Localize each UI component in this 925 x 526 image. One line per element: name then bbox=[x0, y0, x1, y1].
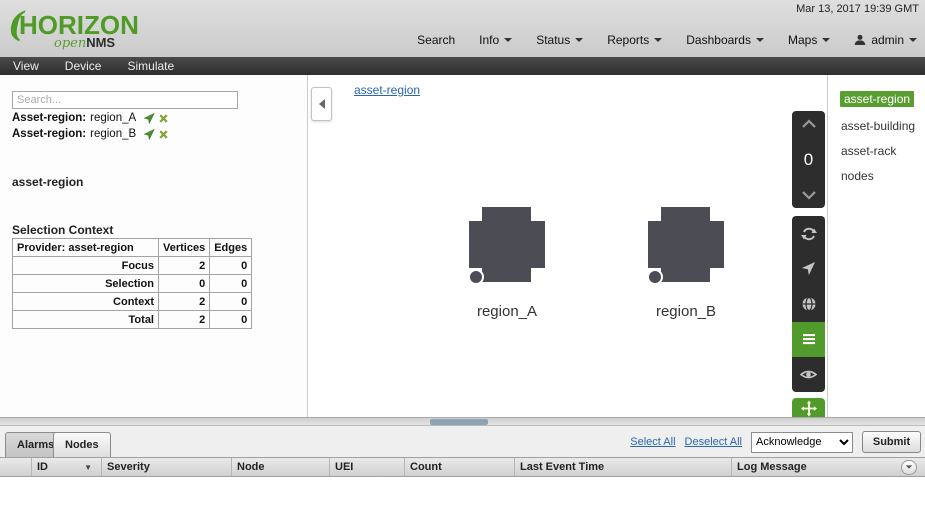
nav-reports[interactable]: Reports bbox=[607, 33, 662, 47]
chevron-down-icon[interactable] bbox=[801, 190, 817, 200]
vertex-region-b[interactable]: region_B bbox=[631, 206, 741, 320]
topology-canvas[interactable]: asset-region region_A region_B bbox=[309, 75, 827, 417]
breadcrumb[interactable]: asset-region bbox=[354, 83, 420, 97]
location-arrow-icon bbox=[801, 261, 816, 276]
column-count[interactable]: Count bbox=[405, 458, 515, 476]
move-arrows-icon bbox=[801, 400, 817, 417]
col-edges: Edges bbox=[210, 239, 252, 257]
show-entire-map-button[interactable] bbox=[792, 286, 825, 321]
browser-tabs: Alarms Nodes Select All Deselect All Ack… bbox=[0, 426, 925, 457]
highlight-focus-button[interactable] bbox=[792, 357, 825, 392]
deselect-all-link[interactable]: Deselect All bbox=[685, 436, 742, 448]
menu-simulate[interactable]: Simulate bbox=[114, 59, 187, 73]
chevron-up-icon[interactable] bbox=[801, 119, 817, 129]
table-header-row: Provider: asset-region Vertices Edges bbox=[13, 239, 252, 257]
vertex-region-a[interactable]: region_A bbox=[452, 206, 562, 320]
search-input[interactable] bbox=[12, 91, 238, 109]
topology-menubar: View Device Simulate bbox=[0, 57, 925, 75]
app-header: ( HORIZON openNMS Mar 13, 2017 19:39 GMT… bbox=[0, 0, 925, 57]
table-row: Context 2 0 bbox=[13, 293, 252, 311]
selection-context-title: Selection Context bbox=[12, 223, 113, 237]
submit-button[interactable]: Submit bbox=[862, 431, 921, 453]
tab-nodes[interactable]: Nodes bbox=[53, 432, 111, 457]
pan-mode-button[interactable] bbox=[792, 398, 825, 417]
nav-dashboards[interactable]: Dashboards bbox=[686, 33, 764, 47]
alarm-actions: Select All Deselect All Acknowledge Subm… bbox=[630, 430, 921, 454]
region-icon bbox=[647, 206, 725, 286]
column-log-message[interactable]: Log Message bbox=[732, 458, 925, 476]
layer-menu-button[interactable] bbox=[792, 322, 825, 357]
chevron-left-icon bbox=[318, 98, 326, 110]
globe-icon bbox=[801, 296, 817, 312]
alarm-action-select[interactable]: Acknowledge bbox=[751, 432, 853, 453]
region-icon bbox=[468, 206, 546, 286]
horizontal-scrollbar[interactable] bbox=[0, 417, 925, 426]
nav-maps[interactable]: Maps bbox=[788, 33, 830, 47]
table-row: Focus 2 0 bbox=[13, 257, 252, 275]
vertex-label: region_B bbox=[631, 303, 741, 320]
user-icon bbox=[854, 34, 866, 46]
topology-toolbar bbox=[792, 216, 825, 392]
caret-down-icon bbox=[909, 38, 917, 42]
current-datetime: Mar 13, 2017 19:39 GMT bbox=[796, 3, 919, 15]
selection-context-table: Provider: asset-region Vertices Edges Fo… bbox=[12, 238, 252, 329]
nav-info[interactable]: Info bbox=[479, 33, 512, 47]
menu-view[interactable]: View bbox=[0, 59, 52, 73]
caret-down-icon bbox=[906, 465, 912, 468]
refresh-icon bbox=[801, 226, 817, 242]
column-node[interactable]: Node bbox=[232, 458, 330, 476]
caret-down-icon bbox=[756, 38, 764, 42]
focus-sidebar: Asset-region: region_A Asset-region: reg… bbox=[0, 75, 308, 417]
nav-status[interactable]: Status bbox=[536, 33, 583, 47]
table-row: Selection 0 0 bbox=[13, 275, 252, 293]
semantic-zoom-control: 0 bbox=[792, 111, 825, 208]
collapse-sidebar-button[interactable] bbox=[311, 87, 332, 121]
layer-item-nodes[interactable]: nodes bbox=[841, 169, 874, 183]
column-chooser-button[interactable] bbox=[901, 460, 917, 475]
sort-desc-icon: ▼ bbox=[84, 463, 92, 472]
logo-subtitle: openNMS bbox=[54, 35, 115, 51]
focus-item-region-b: Asset-region: region_B bbox=[12, 128, 168, 140]
layer-panel: asset-region asset-building asset-rack n… bbox=[827, 75, 925, 417]
remove-focus-icon[interactable] bbox=[159, 114, 168, 123]
nav-search[interactable]: Search bbox=[417, 33, 455, 47]
provider-label: asset-region bbox=[12, 175, 83, 189]
refresh-button[interactable] bbox=[792, 216, 825, 251]
layer-item-asset-rack[interactable]: asset-rack bbox=[841, 144, 896, 158]
nav-admin[interactable]: admin bbox=[854, 33, 917, 47]
caret-down-icon bbox=[822, 38, 830, 42]
vertex-label: region_A bbox=[452, 303, 562, 320]
column-severity[interactable]: Severity bbox=[102, 458, 232, 476]
szl-value: 0 bbox=[804, 150, 813, 170]
table-row: Total 2 0 bbox=[13, 311, 252, 329]
eye-icon bbox=[800, 368, 817, 381]
alarm-table-header: ID ▼ Severity Node UEI Count Last Event … bbox=[0, 457, 925, 477]
scrollbar-thumb[interactable] bbox=[430, 419, 488, 425]
center-on-selection-button[interactable] bbox=[792, 251, 825, 286]
alarm-browser-panel: Alarms Nodes Select All Deselect All Ack… bbox=[0, 417, 925, 526]
column-id[interactable]: ID ▼ bbox=[32, 458, 102, 476]
caret-down-icon bbox=[504, 38, 512, 42]
hamburger-menu-icon bbox=[802, 333, 816, 345]
navigate-to-icon[interactable] bbox=[144, 129, 155, 140]
col-vertices: Vertices bbox=[159, 239, 210, 257]
remove-focus-icon[interactable] bbox=[159, 130, 168, 139]
column-last-event-time[interactable]: Last Event Time bbox=[515, 458, 732, 476]
navigate-to-icon[interactable] bbox=[144, 113, 155, 124]
layer-item-asset-building[interactable]: asset-building bbox=[841, 119, 915, 133]
caret-down-icon bbox=[654, 38, 662, 42]
content-area: Asset-region: region_A Asset-region: reg… bbox=[0, 75, 925, 417]
col-provider: Provider: asset-region bbox=[13, 239, 159, 257]
menu-device[interactable]: Device bbox=[52, 59, 115, 73]
column-uei[interactable]: UEI bbox=[330, 458, 405, 476]
checkbox-column-header[interactable] bbox=[0, 458, 32, 476]
top-nav: Search Info Status Reports Dashboards Ma… bbox=[417, 33, 917, 47]
layer-item-asset-region[interactable]: asset-region bbox=[840, 91, 914, 107]
opennms-logo: ( HORIZON openNMS bbox=[8, 2, 138, 54]
select-all-link[interactable]: Select All bbox=[630, 436, 675, 448]
caret-down-icon bbox=[575, 38, 583, 42]
focus-item-region-a: Asset-region: region_A bbox=[12, 112, 168, 124]
